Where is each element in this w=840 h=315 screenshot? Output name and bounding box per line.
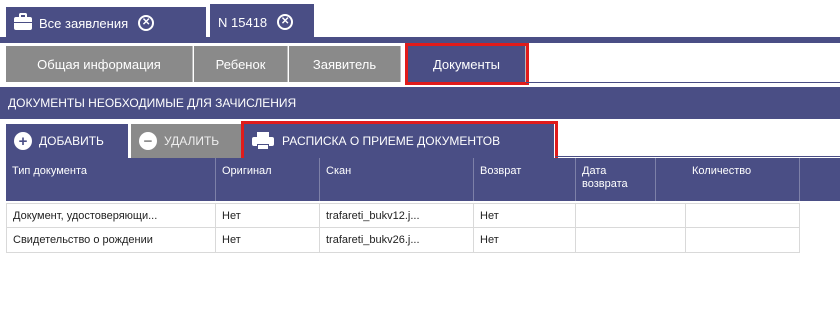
receipt-button-label: РАСПИСКА О ПРИЕМЕ ДОКУМЕНТОВ [282, 134, 501, 148]
cell-return-date [576, 203, 686, 228]
tab-child[interactable]: Ребенок [194, 46, 288, 82]
column-header-scan[interactable]: Скан [320, 158, 474, 201]
cell-return: Нет [474, 228, 576, 253]
cell-quantity [686, 203, 800, 228]
tab-application-number[interactable]: N 15418 ✕ [210, 4, 314, 40]
tab-general-info[interactable]: Общая информация [6, 46, 193, 82]
delete-button[interactable]: − УДАЛИТЬ [131, 124, 241, 158]
cell-scan[interactable]: trafareti_bukv26.j... [320, 228, 474, 253]
cell-original: Нет [216, 228, 320, 253]
table-header: Тип документа Оригинал Скан Возврат Дата… [6, 158, 840, 201]
cell-doc-type: Документ, удостоверяющи... [6, 203, 216, 228]
tab-all-applications-label: Все заявления [39, 15, 129, 31]
table-row[interactable]: Свидетельство о рождении Нет trafareti_b… [6, 228, 800, 253]
add-button[interactable]: + ДОБАВИТЬ [6, 124, 128, 158]
printer-icon [252, 132, 274, 150]
column-header-original[interactable]: Оригинал [216, 158, 320, 201]
delete-button-label: УДАЛИТЬ [164, 134, 220, 148]
tab-documents[interactable]: Документы [408, 46, 526, 82]
close-icon[interactable]: ✕ [277, 14, 294, 30]
document-tab-bar: Все заявления ✕ N 15418 ✕ [0, 0, 840, 43]
tab-applicant[interactable]: Заявитель [289, 46, 401, 82]
toolbar-divider [555, 156, 840, 157]
close-icon[interactable]: ✕ [138, 15, 155, 31]
column-header-return-date[interactable]: Дата возврата [576, 158, 656, 201]
tab-all-applications[interactable]: Все заявления ✕ [6, 7, 206, 39]
section-header: ДОКУМЕНТЫ НЕОБХОДИМЫЕ ДЛЯ ЗАЧИСЛЕНИЯ [0, 87, 840, 119]
plus-icon: + [14, 132, 32, 150]
cell-original: Нет [216, 203, 320, 228]
briefcase-icon [14, 12, 32, 30]
documents-toolbar: + ДОБАВИТЬ − УДАЛИТЬ РАСПИСКА О ПРИЕМЕ Д… [0, 120, 840, 161]
section-title: ДОКУМЕНТЫ НЕОБХОДИМЫЕ ДЛЯ ЗАЧИСЛЕНИЯ [8, 96, 297, 110]
section-tab-divider [526, 82, 840, 83]
column-header-return[interactable]: Возврат [474, 158, 576, 201]
column-header-doc-type[interactable]: Тип документа [6, 158, 216, 201]
cell-scan[interactable]: trafareti_bukv12.j... [320, 203, 474, 228]
table-row[interactable]: Документ, удостоверяющи... Нет trafareti… [6, 203, 800, 228]
section-tab-bar: Общая информация Ребенок Заявитель Докум… [0, 43, 840, 85]
add-button-label: ДОБАВИТЬ [39, 134, 104, 148]
cell-quantity [686, 228, 800, 253]
column-header-quantity[interactable]: Количество [686, 158, 800, 201]
cell-doc-type: Свидетельство о рождении [6, 228, 216, 253]
cell-return: Нет [474, 203, 576, 228]
minus-icon: − [139, 132, 157, 150]
tab-application-number-label: N 15418 [218, 14, 268, 30]
receipt-button[interactable]: РАСПИСКА О ПРИЕМЕ ДОКУМЕНТОВ [244, 124, 554, 158]
cell-return-date [576, 228, 686, 253]
